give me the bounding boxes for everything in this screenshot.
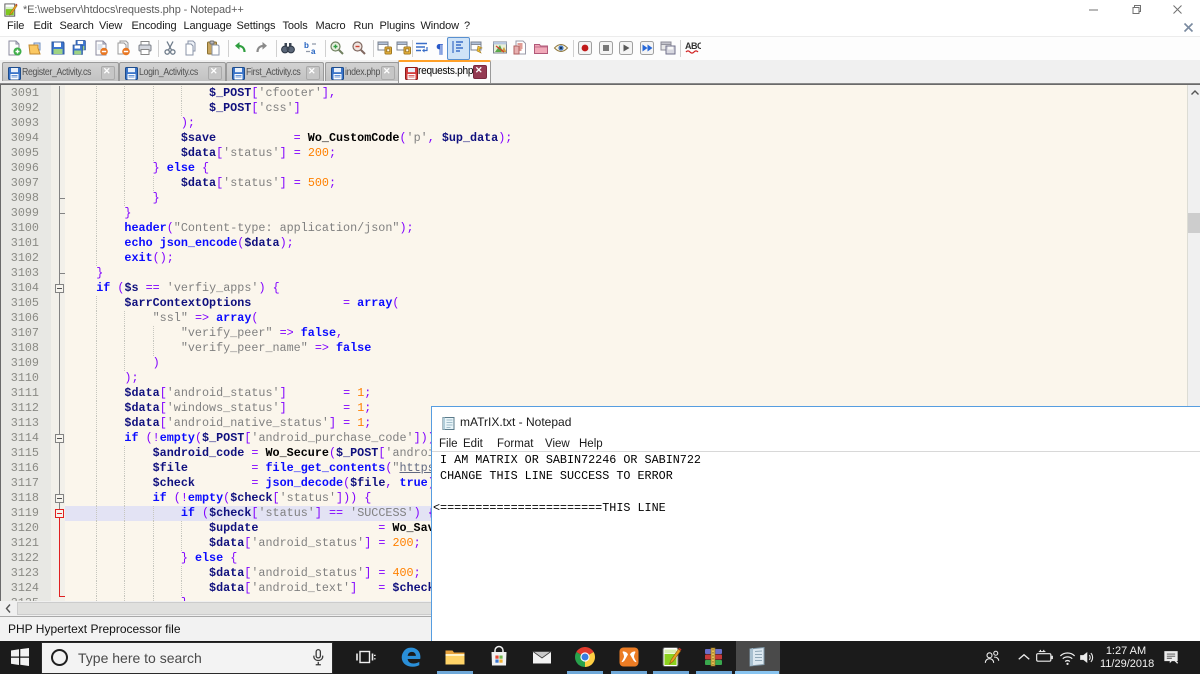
svg-text:a: a (311, 47, 316, 56)
svg-text:¶: ¶ (436, 42, 444, 56)
svg-text:b: b (304, 41, 309, 50)
svg-text:ABC: ABC (685, 41, 701, 51)
